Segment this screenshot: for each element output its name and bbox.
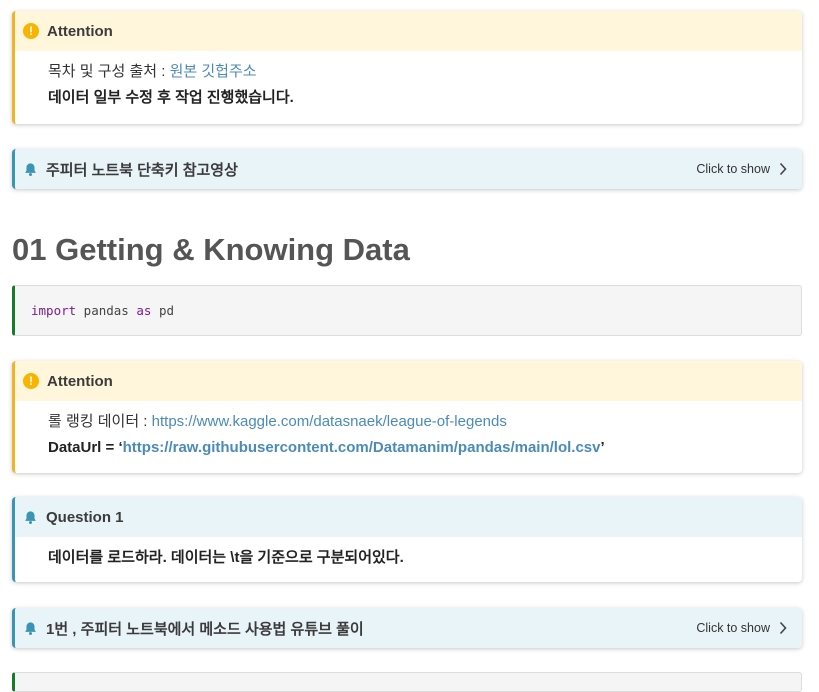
callout-body: 목차 및 구성 출처 : 원본 깃헙주소 데이터 일부 수정 후 작업 진행했습… — [15, 51, 802, 111]
code-keyword-import: import — [31, 303, 77, 318]
chevron-right-icon[interactable] — [778, 621, 788, 635]
bell-icon — [25, 510, 36, 524]
note-line: 데이터 일부 수정 후 작업 진행했습니다. — [48, 89, 294, 106]
callout-title: 주피터 노트북 단축키 참고영상 — [46, 161, 238, 179]
code-keyword-as: as — [136, 303, 152, 318]
source-label: 목차 및 구성 출처 : — [48, 63, 170, 80]
dataurl-label: DataUrl = ‘ — [48, 439, 123, 456]
attention-callout-data: ! Attention 롤 랭킹 데이터 : https://www.kaggl… — [12, 361, 802, 473]
dataurl-suffix: ’ — [600, 439, 605, 456]
kaggle-link[interactable]: https://www.kaggle.com/datasnaek/league-… — [152, 413, 507, 430]
question-text-c: 을 기준으로 구분되어있다. — [239, 549, 404, 566]
csv-link[interactable]: https://raw.githubusercontent.com/Datama… — [123, 439, 601, 456]
callout-header[interactable]: 1번 , 주피터 노트북에서 메소드 사용법 유튜브 풀이 Click to s… — [15, 608, 802, 648]
dataset-label: 롤 랭킹 데이터 : — [48, 413, 152, 430]
question-text: 데이터를 로드하라. 데이터는 \t을 기준으로 구분되어있다. — [15, 537, 802, 571]
code-cell[interactable]: import pandas as pd — [12, 285, 802, 336]
click-to-show-toggle[interactable]: Click to show — [696, 621, 770, 635]
callout-header: Question 1 — [15, 497, 802, 537]
code-cell[interactable] — [12, 672, 802, 692]
github-link[interactable]: 원본 깃헙주소 — [170, 63, 257, 80]
question-callout: Question 1 데이터를 로드하라. 데이터는 \t을 기준으로 구분되어… — [12, 497, 802, 582]
bell-icon — [25, 162, 36, 176]
callout-header: ! Attention — [15, 11, 802, 51]
source-line: 목차 및 구성 출처 : 원본 깃헙주소 — [48, 59, 802, 85]
callout-title: 1번 , 주피터 노트북에서 메소드 사용법 유튜브 풀이 — [46, 620, 364, 638]
question-text-a: 데이터를 로드하라. 데이터는 — [48, 549, 231, 566]
click-to-show-toggle[interactable]: Click to show — [696, 162, 770, 176]
dataurl-line: DataUrl = ‘https://raw.githubusercontent… — [48, 435, 802, 461]
attention-callout-source: ! Attention 목차 및 구성 출처 : 원본 깃헙주소 데이터 일부 … — [12, 11, 802, 124]
code-module: pandas — [76, 303, 137, 318]
callout-body: 롤 랭킹 데이터 : https://www.kaggle.com/datasn… — [15, 401, 802, 461]
youtube-solution-callout[interactable]: 1번 , 주피터 노트북에서 메소드 사용법 유튜브 풀이 Click to s… — [12, 608, 802, 648]
callout-title: Attention — [47, 22, 113, 40]
section-heading: 01 Getting & Knowing Data — [12, 232, 410, 267]
chevron-right-icon[interactable] — [778, 162, 788, 176]
callout-title: Question 1 — [46, 508, 124, 526]
exclamation-icon: ! — [23, 23, 39, 39]
shortcut-video-callout[interactable]: 주피터 노트북 단축키 참고영상 Click to show — [12, 149, 802, 189]
bell-icon — [25, 621, 36, 635]
callout-header[interactable]: 주피터 노트북 단축키 참고영상 Click to show — [15, 149, 802, 189]
code-alias: pd — [151, 303, 175, 318]
callout-title: Attention — [47, 372, 113, 390]
callout-header: ! Attention — [15, 361, 802, 401]
exclamation-icon: ! — [23, 373, 39, 389]
dataset-line: 롤 랭킹 데이터 : https://www.kaggle.com/datasn… — [48, 409, 802, 435]
